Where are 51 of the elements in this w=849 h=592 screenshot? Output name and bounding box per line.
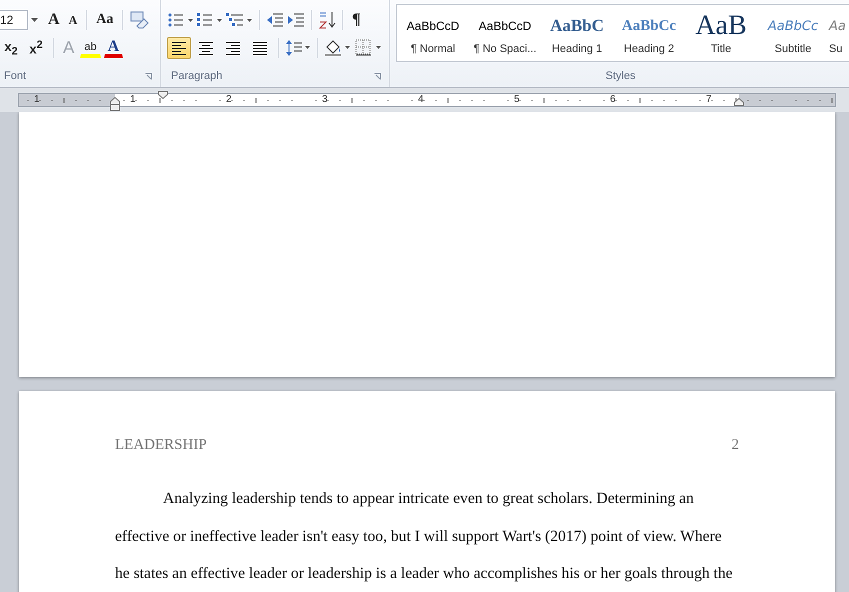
group-label: Paragraph (171, 70, 222, 82)
multilevel-list-icon[interactable] (225, 12, 253, 28)
style-item[interactable]: AaBbCc Heading 2 (613, 5, 685, 61)
dialog-launcher-icon[interactable] (145, 72, 152, 80)
superscript-button[interactable]: x$^{2}$ (25, 37, 47, 59)
first-line-indent-marker[interactable] (158, 91, 168, 99)
align-center-icon (199, 42, 213, 54)
group-label: Styles (606, 70, 636, 82)
page-number: 2 (732, 437, 739, 454)
body-paragraph: Analyzing leadership tends to appear intricate even to great scholars. Determining an effective or ineffective leader isn't easy too, but I will support Wart's (2017) point of view. Where he states an effective leader or leadership is a leader who accomplishes his or her goals through the (115, 489, 734, 584)
group-label: Font (4, 70, 26, 82)
ruler-number: 4 (418, 94, 424, 106)
decrease-indent-icon[interactable] (266, 12, 284, 28)
ruler-number: 7 (706, 94, 712, 106)
style-item[interactable]: AaB Title (685, 5, 757, 61)
hanging-indent-marker[interactable] (110, 97, 120, 111)
font-size-field[interactable]: 12 (0, 10, 28, 30)
eraser-icon[interactable] (129, 10, 150, 30)
style-item[interactable]: AaBbC Heading 1 (541, 5, 613, 61)
style-item[interactable]: AaBbCcD ¶ No Spaci... (469, 5, 541, 61)
ruler-number: 2 (226, 94, 232, 106)
highlight-button[interactable]: ab (80, 38, 101, 58)
line-spacing-icon[interactable] (285, 39, 311, 57)
dropdown-caret-icon[interactable] (31, 18, 38, 22)
numbering-icon[interactable] (196, 12, 222, 28)
show-formatting-button[interactable]: ¶ (349, 9, 364, 31)
sort-icon[interactable] (318, 11, 336, 29)
ruler-number: 3 (322, 94, 328, 106)
style-item[interactable]: Aa Su (829, 5, 849, 61)
grow-font-button[interactable]: A (45, 9, 63, 31)
align-left-icon (172, 42, 186, 54)
align-justify-icon (253, 42, 267, 54)
style-item[interactable]: AaBbCcD ¶ Normal (397, 5, 469, 61)
ruler-number: 5 (514, 94, 520, 106)
running-head: LEADERSHIP (115, 437, 207, 454)
style-item[interactable]: AaBbCc Subtitle (757, 5, 829, 61)
align-right-icon (226, 42, 240, 54)
ruler-number: 1 (34, 94, 40, 106)
font-color-button[interactable]: A (104, 38, 124, 58)
ruler-number: 1 (130, 94, 136, 106)
increase-indent-icon[interactable] (287, 12, 305, 28)
right-indent-marker[interactable] (734, 98, 744, 106)
shrink-font-button[interactable]: A (66, 9, 80, 31)
align-button[interactable] (167, 37, 191, 59)
borders-icon[interactable] (355, 39, 383, 57)
ruler-number: 6 (610, 94, 616, 106)
subscript-button[interactable]: x$_{2}$ (0, 37, 22, 59)
change-case-button[interactable]: Aa (93, 9, 116, 31)
bullets-icon[interactable] (167, 12, 193, 28)
paint-bucket-icon[interactable] (324, 39, 352, 57)
dialog-launcher-icon[interactable] (374, 72, 381, 80)
